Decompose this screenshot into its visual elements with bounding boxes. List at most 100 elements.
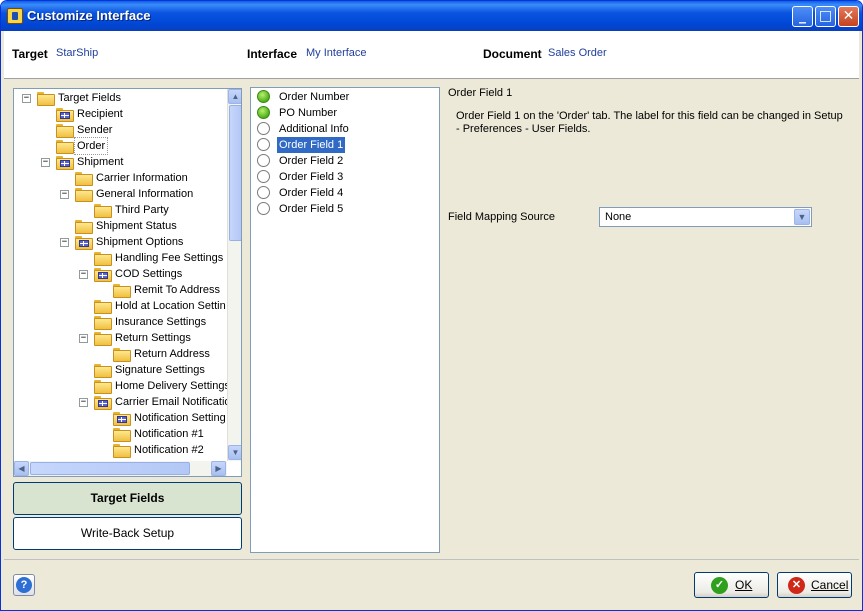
mapped-status-icon xyxy=(257,106,270,119)
field-item-label: Order Field 4 xyxy=(279,187,344,199)
tree-item-label: Third Party xyxy=(115,204,169,216)
unmapped-status-icon xyxy=(257,138,270,151)
content-area: − Target Fields Recipient Sender Order − Shipm… xyxy=(4,79,859,559)
unmapped-status-icon xyxy=(257,122,270,135)
collapse-icon[interactable]: − xyxy=(22,94,31,103)
close-icon: ✕ xyxy=(842,8,855,24)
tree-item-label: Insurance Settings xyxy=(115,316,207,328)
grid-badge-icon xyxy=(98,400,108,407)
tree-item[interactable]: Home Delivery Settings xyxy=(14,378,230,394)
cancel-x-icon: ✕ xyxy=(788,577,805,594)
maximize-icon: □ xyxy=(818,8,833,24)
unmapped-status-icon xyxy=(257,170,270,183)
field-item-label: Additional Info xyxy=(279,123,349,135)
tree-item[interactable]: − Carrier Email Notificatio xyxy=(14,394,231,410)
tree-item[interactable]: − General Information xyxy=(14,186,227,202)
cancel-label: Cancel xyxy=(811,578,849,592)
context-header: Target StarShip Interface My Interface D… xyxy=(4,31,859,79)
tree-item-label: Notification Setting xyxy=(134,412,226,424)
grid-badge-icon xyxy=(79,240,89,247)
unmapped-status-icon xyxy=(257,186,270,199)
scroll-down-icon[interactable]: ▼ xyxy=(228,445,241,460)
tree-item[interactable]: Return Address xyxy=(14,346,227,362)
close-button[interactable]: ✕ xyxy=(838,6,859,27)
minimize-button[interactable]: _ xyxy=(792,6,813,27)
detail-title: Order Field 1 xyxy=(448,87,513,99)
field-list[interactable]: Order Number PO Number Additional Info Orde… xyxy=(250,87,440,553)
tree-horizontal-scrollbar[interactable]: ◀ ▶ xyxy=(14,461,227,476)
tree-item[interactable]: Carrier Information xyxy=(14,170,227,186)
target-fields-button[interactable]: Target Fields xyxy=(13,482,242,515)
tree-item[interactable]: − Shipment Options xyxy=(14,234,227,250)
tree-item[interactable]: Notification #2 xyxy=(14,442,227,458)
collapse-icon[interactable]: − xyxy=(60,190,69,199)
tree-item[interactable]: − COD Settings xyxy=(14,266,227,282)
tree-item[interactable]: Order xyxy=(14,137,227,155)
field-item-label: Order Field 2 xyxy=(279,155,344,167)
tree-item-label: General Information xyxy=(96,188,194,200)
tree-vertical-scrollbar[interactable]: ▲ ▼ xyxy=(227,89,241,461)
tree-item-label: Remit To Address xyxy=(134,284,221,296)
field-mapping-source-value: None xyxy=(605,211,632,223)
help-button[interactable]: ? xyxy=(13,574,35,596)
tree-item[interactable]: − Return Settings xyxy=(14,330,227,346)
horizontal-scroll-thumb[interactable] xyxy=(30,462,190,475)
scroll-left-icon[interactable]: ◀ xyxy=(14,461,29,476)
collapse-icon[interactable]: − xyxy=(60,238,69,247)
tree-item[interactable]: Notification Setting xyxy=(14,410,227,426)
cancel-button[interactable]: ✕ Cancel xyxy=(777,572,852,598)
maximize-button[interactable]: □ xyxy=(815,6,836,27)
tree-item[interactable]: − Target Fields xyxy=(14,90,227,106)
grid-badge-icon xyxy=(60,112,70,119)
tree-item[interactable]: Sender xyxy=(14,122,227,138)
window-title: Customize Interface xyxy=(27,8,151,23)
document-label: Document xyxy=(483,47,542,61)
tree-item[interactable]: Third Party xyxy=(14,202,227,218)
help-icon: ? xyxy=(16,577,32,593)
tree-item-label: Return Address xyxy=(134,348,210,360)
tree-item[interactable]: Handling Fee Settings xyxy=(14,250,227,266)
tree-item-label: COD Settings xyxy=(115,268,183,280)
grid-folder-icon xyxy=(56,108,74,122)
scroll-right-icon[interactable]: ▶ xyxy=(211,461,226,476)
grid-badge-icon xyxy=(98,272,108,279)
target-label: Target xyxy=(12,47,48,61)
tree-item-label: Shipment xyxy=(77,156,124,168)
chevron-down-icon[interactable]: ▼ xyxy=(794,209,810,225)
collapse-icon[interactable]: − xyxy=(79,398,88,407)
tree-item[interactable]: Signature Settings xyxy=(14,362,227,378)
ok-label: OK xyxy=(735,578,753,592)
tree-item-label: Home Delivery Settings xyxy=(115,380,230,392)
collapse-icon[interactable]: − xyxy=(41,158,50,167)
tree-item-label: Return Settings xyxy=(115,332,191,344)
field-mapping-source-select[interactable]: None ▼ xyxy=(599,207,812,227)
tree-item[interactable]: Shipment Status xyxy=(14,218,227,234)
folder-icon xyxy=(113,428,131,442)
tree-item[interactable]: Notification #1 xyxy=(14,426,227,442)
grid-folder-icon xyxy=(113,412,131,426)
unmapped-status-icon xyxy=(257,202,270,215)
interface-value: My Interface xyxy=(306,47,367,59)
tree-item-label: Recipient xyxy=(77,108,123,120)
tree-item[interactable]: Hold at Location Settin xyxy=(14,298,227,314)
collapse-icon[interactable]: − xyxy=(79,270,88,279)
tree-item[interactable]: Recipient xyxy=(14,106,227,122)
ok-button[interactable]: ✓ OK xyxy=(694,572,769,598)
collapse-icon[interactable]: − xyxy=(79,334,88,343)
unmapped-status-icon xyxy=(257,154,270,167)
write-back-setup-button[interactable]: Write-Back Setup xyxy=(13,517,242,550)
tree-item-label: Hold at Location Settin xyxy=(115,300,226,312)
checkmark-icon: ✓ xyxy=(711,577,728,594)
grid-folder-icon xyxy=(75,236,93,250)
vertical-scroll-thumb[interactable] xyxy=(229,105,241,241)
title-bar[interactable]: Customize Interface _ □ ✕ xyxy=(1,1,862,31)
scroll-up-icon[interactable]: ▲ xyxy=(228,89,241,104)
tree-item[interactable]: Insurance Settings xyxy=(14,314,227,330)
tree-item[interactable]: − Shipment xyxy=(14,154,227,170)
target-fields-tree[interactable]: − Target Fields Recipient Sender Order − Shipm… xyxy=(13,88,242,477)
tree-item[interactable]: Remit To Address xyxy=(14,282,227,298)
folder-icon xyxy=(56,140,74,154)
folder-icon xyxy=(56,124,74,138)
folder-icon xyxy=(75,188,93,202)
tree-item-label: Carrier Information xyxy=(96,172,188,184)
